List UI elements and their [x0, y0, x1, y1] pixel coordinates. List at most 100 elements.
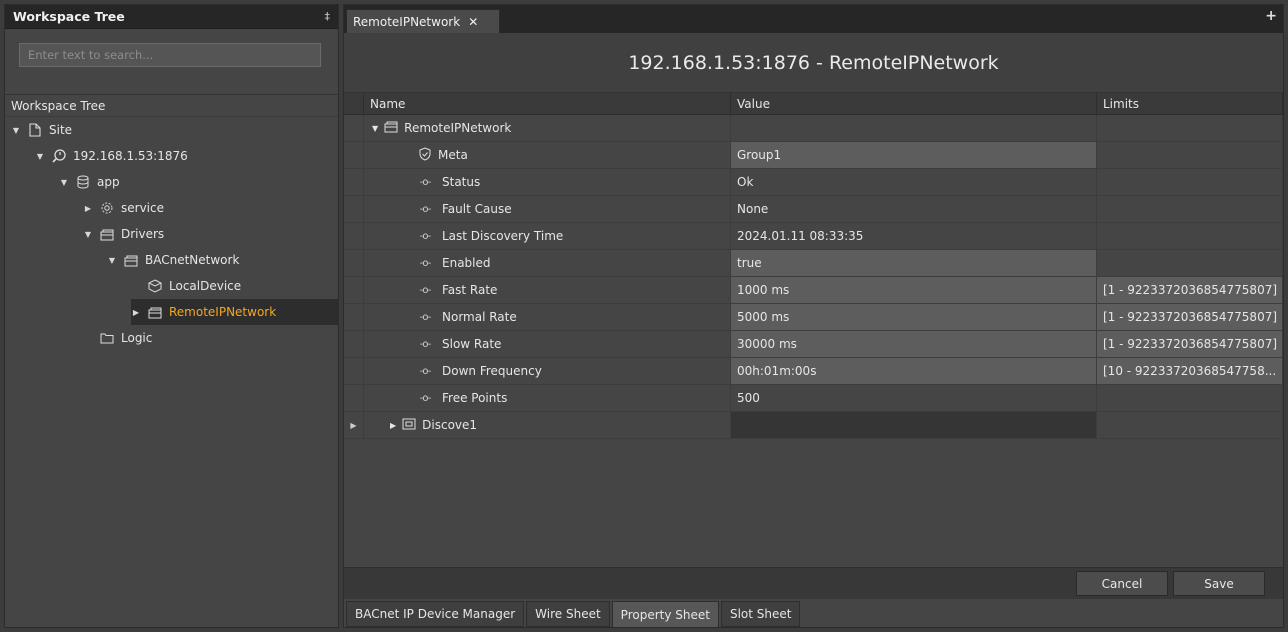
property-value[interactable]: 00h:01m:00s: [731, 358, 1097, 384]
column-header-value[interactable]: Value: [731, 93, 1097, 114]
slot-pin-icon: -o-: [419, 392, 432, 404]
editor-panel: RemoteIPNetwork ✕ + 192.168.1.53:1876 - …: [343, 4, 1284, 628]
tab-bacnet-ip-device-manager[interactable]: BACnet IP Device Manager: [346, 601, 525, 627]
table-row[interactable]: -o- Status Ok: [344, 169, 1283, 196]
chevron-down-icon[interactable]: ▼: [107, 256, 117, 265]
property-value[interactable]: 30000 ms: [731, 331, 1097, 357]
tab-remote-ip-network[interactable]: RemoteIPNetwork ✕: [346, 9, 500, 33]
tree-node-local-device[interactable]: LocalDevice: [131, 273, 241, 299]
column-header-limits[interactable]: Limits: [1097, 93, 1283, 114]
page-title: 192.168.1.53:1876 - RemoteIPNetwork: [344, 33, 1283, 93]
property-name: Status: [442, 175, 481, 189]
table-row[interactable]: -o- Slow Rate 30000 ms [1 - 922337203685…: [344, 331, 1283, 358]
property-value[interactable]: 5000 ms: [731, 304, 1097, 330]
property-grid: Name Value Limits ▼ RemoteIPNetwork Meta…: [344, 93, 1283, 567]
chevron-down-icon[interactable]: ▼: [35, 152, 45, 161]
tree-node-label: Logic: [121, 331, 153, 345]
table-row[interactable]: ▶ ▶ Discove1: [344, 412, 1283, 439]
property-value[interactable]: Group1: [731, 142, 1097, 168]
property-limits: [1 - 9223372036854775807]: [1097, 331, 1283, 357]
table-row[interactable]: -o- Fault Cause None: [344, 196, 1283, 223]
device-cube-icon: [147, 278, 163, 294]
property-name: Last Discovery Time: [442, 229, 564, 243]
property-name: Meta: [438, 148, 468, 162]
shield-icon: [418, 146, 432, 164]
property-limits: [1097, 169, 1283, 195]
property-name: Slow Rate: [442, 337, 502, 351]
folder-icon: [99, 330, 115, 346]
slot-pin-icon: -o-: [419, 338, 432, 350]
tree-node-label: app: [97, 175, 120, 189]
table-row[interactable]: -o- Enabled true: [344, 250, 1283, 277]
folder-stack-icon: [99, 226, 115, 242]
tree-node-drivers[interactable]: ▼ Drivers: [83, 221, 164, 247]
tree-node-label: BACnetNetwork: [145, 253, 240, 267]
tree-node-label: service: [121, 201, 164, 215]
tab-wire-sheet[interactable]: Wire Sheet: [526, 601, 610, 627]
table-row[interactable]: -o- Down Frequency 00h:01m:00s [10 - 922…: [344, 358, 1283, 385]
folder-icon: [402, 418, 416, 433]
property-name: Down Frequency: [442, 364, 542, 378]
chevron-right-icon[interactable]: ▶: [83, 204, 93, 213]
table-row[interactable]: Meta Group1: [344, 142, 1283, 169]
slot-pin-icon: -o-: [419, 311, 432, 323]
property-limits: [1097, 385, 1283, 411]
chevron-down-icon[interactable]: ▼: [83, 230, 93, 239]
tree-node-device[interactable]: ▼ 192.168.1.53:1876: [35, 143, 188, 169]
tree-node-label: Drivers: [121, 227, 165, 241]
slot-pin-icon: -o-: [419, 176, 432, 188]
database-icon: [75, 174, 91, 190]
add-tab-icon[interactable]: +: [1265, 8, 1277, 24]
property-limits: [1097, 115, 1283, 141]
chevron-down-icon[interactable]: ▼: [11, 126, 21, 135]
tree-node-service[interactable]: ▶ service: [83, 195, 164, 221]
property-limits: [1097, 196, 1283, 222]
property-value: None: [731, 196, 1097, 222]
table-row[interactable]: -o- Free Points 500: [344, 385, 1283, 412]
tree-node-bacnet-network[interactable]: ▼ BACnetNetwork: [107, 247, 239, 273]
tree-node-logic[interactable]: Logic: [83, 325, 152, 351]
tree-node-app[interactable]: ▼ app: [59, 169, 120, 195]
property-name: Free Points: [442, 391, 508, 405]
table-row[interactable]: -o- Last Discovery Time 2024.01.11 08:33…: [344, 223, 1283, 250]
property-value[interactable]: true: [731, 250, 1097, 276]
table-row[interactable]: ▼ RemoteIPNetwork: [344, 115, 1283, 142]
folder-stack-icon: [384, 120, 398, 136]
tree-node-remote-ip-network[interactable]: ▶ RemoteIPNetwork: [131, 299, 338, 325]
pin-icon[interactable]: ‡: [325, 10, 331, 23]
save-button[interactable]: Save: [1173, 571, 1265, 596]
tree-section-title: Workspace Tree: [5, 95, 338, 117]
grid-header: Name Value Limits: [344, 93, 1283, 115]
property-name: Fault Cause: [442, 202, 512, 216]
tab-bar: RemoteIPNetwork ✕ +: [344, 5, 1283, 33]
workspace-tree-panel: Workspace Tree ‡ Workspace Tree ▼ Site ▼…: [4, 4, 339, 628]
search-input[interactable]: [19, 43, 321, 67]
property-limits: [1097, 250, 1283, 276]
property-limits: [1 - 9223372036854775807]: [1097, 277, 1283, 303]
slot-pin-icon: -o-: [419, 284, 432, 296]
cancel-button[interactable]: Cancel: [1076, 571, 1168, 596]
tree-node-label: Site: [49, 123, 73, 137]
tree-node-site[interactable]: ▼ Site: [11, 117, 72, 143]
folder-stack-icon: [123, 252, 139, 268]
property-limits: [1 - 9223372036854775807]: [1097, 304, 1283, 330]
property-value[interactable]: 1000 ms: [731, 277, 1097, 303]
close-icon[interactable]: ✕: [468, 15, 478, 29]
chevron-down-icon[interactable]: ▼: [59, 178, 69, 187]
property-limits: [1097, 412, 1283, 438]
table-row[interactable]: -o- Normal Rate 5000 ms [1 - 92233720368…: [344, 304, 1283, 331]
chevron-right-icon[interactable]: ▶: [390, 421, 396, 430]
tab-property-sheet[interactable]: Property Sheet: [611, 601, 719, 627]
table-row[interactable]: -o- Fast Rate 1000 ms [1 - 9223372036854…: [344, 277, 1283, 304]
slot-pin-icon: -o-: [419, 257, 432, 269]
column-header-name[interactable]: Name: [364, 93, 731, 114]
property-value: 500: [731, 385, 1097, 411]
chevron-right-icon[interactable]: ▶: [131, 308, 141, 317]
tree-node-label: LocalDevice: [169, 279, 242, 293]
row-expand-icon[interactable]: ▶: [344, 412, 364, 438]
property-name: Discove1: [422, 418, 478, 432]
tree-node-label: RemoteIPNetwork: [169, 305, 277, 319]
chevron-down-icon[interactable]: ▼: [372, 124, 378, 133]
property-limits: [10 - 92233720368547758...: [1097, 358, 1283, 384]
tab-slot-sheet[interactable]: Slot Sheet: [720, 601, 801, 627]
